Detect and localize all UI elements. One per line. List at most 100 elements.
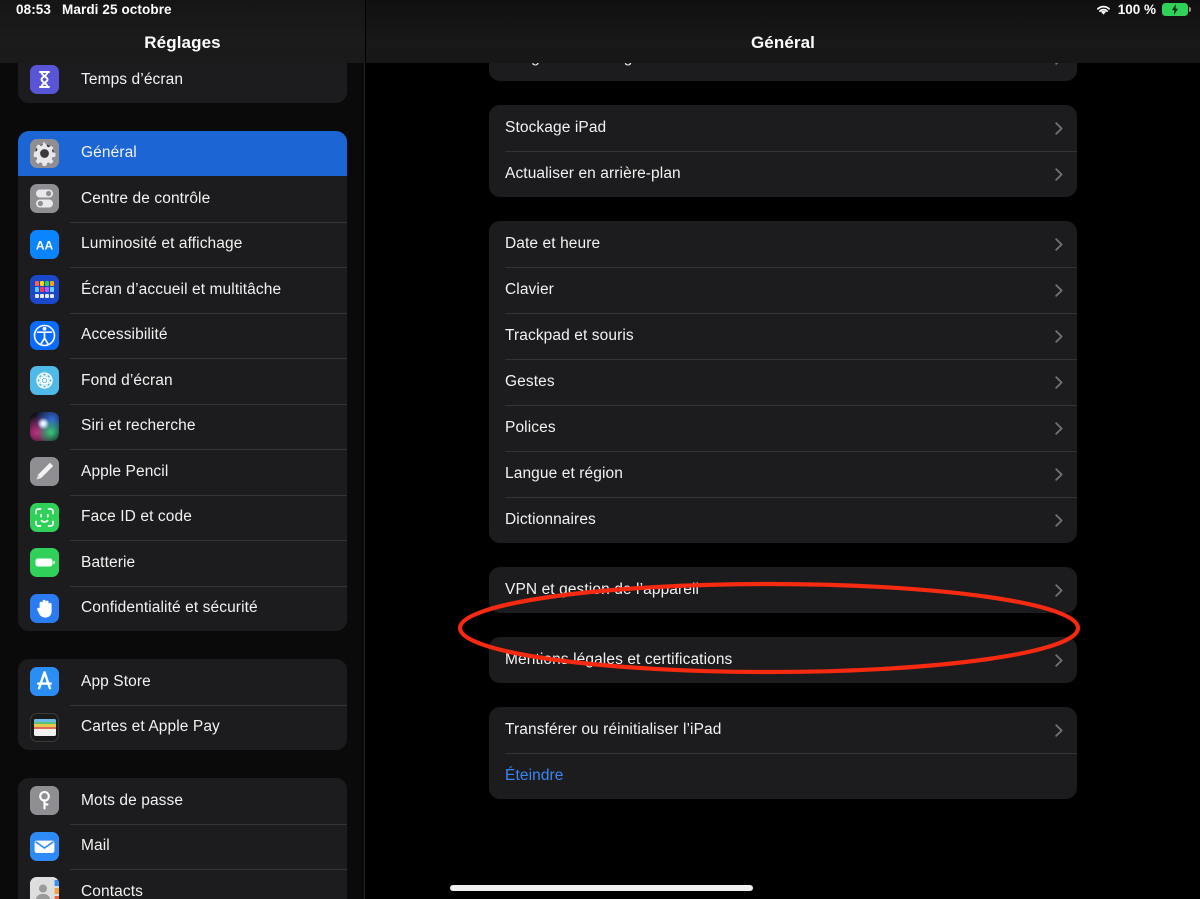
settings-row-trackpad-et-souris[interactable]: Trackpad et souris (489, 313, 1077, 359)
hand-icon (30, 593, 59, 623)
app-store-icon (30, 667, 59, 697)
envelope-icon (30, 831, 59, 861)
sidebar-item-label: Siri et recherche (81, 417, 196, 435)
settings-row-label: Date et heure (505, 235, 601, 252)
chevron-right-icon (1055, 653, 1063, 667)
sidebar-item-contacts[interactable]: Contacts (18, 869, 347, 899)
sidebar-item-face-id-et-code[interactable]: Face ID et code (18, 494, 347, 541)
sidebar-group: Mots de passe Mail Contacts (18, 778, 347, 899)
sidebar-item-cartes-et-apple-pay[interactable]: Cartes et Apple Pay (18, 704, 347, 751)
settings-row-label: Éteindre (505, 767, 564, 784)
sidebar-scroll-area[interactable]: Temps d’écran Général Centre de contrôle AA… (0, 0, 365, 899)
chevron-right-icon (1055, 375, 1063, 389)
settings-row-dictionnaires[interactable]: Dictionnaires (489, 497, 1077, 543)
sidebar-item-g-n-ral[interactable]: Général (18, 130, 347, 176)
settings-row-stockage-ipad[interactable]: Stockage iPad (489, 105, 1077, 151)
sidebar-item-label: Fond d’écran (81, 371, 173, 389)
settings-row-langue-et-r-gion[interactable]: Langue et région (489, 451, 1077, 497)
settings-row-mentions-l-gales-et-certifications[interactable]: Mentions légales et certifications (489, 637, 1077, 683)
key-icon (30, 786, 59, 816)
settings-sidebar: Temps d’écran Général Centre de contrôle AA… (0, 0, 365, 899)
hourglass-icon (30, 65, 59, 95)
app-grid-icon (30, 275, 59, 305)
settings-row-teindre[interactable]: Éteindre (489, 753, 1077, 799)
chevron-right-icon (1055, 329, 1063, 343)
aa-text-icon: AA (30, 229, 59, 259)
settings-group: Transférer ou réinitialiser l’iPad Éteind… (489, 707, 1077, 799)
settings-row-label: Transférer ou réinitialiser l’iPad (505, 721, 722, 738)
settings-row-transf-rer-ou-r-initialiser-l-ipad[interactable]: Transférer ou réinitialiser l’iPad (489, 707, 1077, 753)
settings-row-label: Actualiser en arrière-plan (505, 165, 681, 182)
sidebar-header: Réglages (0, 0, 365, 63)
settings-row-label: Mentions légales et certifications (505, 651, 733, 668)
sidebar-item-label: Contacts (81, 882, 143, 899)
sidebar-group: App Store Cartes et Apple Pay (18, 659, 347, 750)
sidebar-item-label: App Store (81, 672, 151, 690)
sidebar-item-mail[interactable]: Mail (18, 823, 347, 870)
settings-row-label: Polices (505, 419, 556, 436)
chevron-right-icon (1055, 723, 1063, 737)
sidebar-item-label: Général (81, 144, 137, 162)
sidebar-item-label: Apple Pencil (81, 462, 169, 480)
settings-row-label: Gestes (505, 373, 555, 390)
sidebar-item-label: Centre de contrôle (81, 189, 211, 207)
settings-row-gestes[interactable]: Gestes (489, 359, 1077, 405)
sliders-icon (30, 184, 59, 214)
gear-icon (30, 138, 59, 168)
settings-group: Stockage iPad Actualiser en arrière-plan (489, 105, 1077, 197)
sidebar-item-fond-d-cran[interactable]: Fond d’écran (18, 358, 347, 404)
settings-group: VPN et gestion de l’appareil (489, 567, 1077, 613)
chevron-right-icon (1055, 513, 1063, 527)
settings-row-label: Trackpad et souris (505, 327, 634, 344)
svg-text:AA: AA (36, 238, 54, 252)
settings-row-clavier[interactable]: Clavier (489, 267, 1077, 313)
wallpaper-flower-icon (30, 366, 59, 396)
general-detail-panel: Image dans l’imageStockage iPadActualise… (366, 0, 1200, 899)
sidebar-item-label: Mots de passe (81, 791, 184, 809)
wallet-icon (30, 712, 59, 742)
sidebar-item-label: Cartes et Apple Pay (81, 718, 220, 736)
settings-row-date-et-heure[interactable]: Date et heure (489, 221, 1077, 267)
chevron-right-icon (1055, 121, 1063, 135)
sidebar-item-label: Temps d’écran (81, 70, 184, 88)
settings-group: Mentions légales et certifications (489, 637, 1077, 683)
sidebar-item-app-store[interactable]: App Store (18, 659, 347, 705)
sidebar-title: Réglages (144, 33, 221, 52)
settings-group: Date et heure Clavier Trackpad et souris Ge… (489, 221, 1077, 543)
settings-row-vpn-et-gestion-de-l-appareil[interactable]: VPN et gestion de l’appareil (489, 567, 1077, 613)
sidebar-item-cran-d-accueil-et-multit-che[interactable]: Écran d’accueil et multitâche (18, 267, 347, 313)
sidebar-item-siri-et-recherche[interactable]: Siri et recherche (18, 403, 347, 450)
sidebar-item-temps-d-cran[interactable]: Temps d’écran (18, 57, 347, 103)
settings-row-polices[interactable]: Polices (489, 405, 1077, 451)
contacts-icon (30, 877, 59, 899)
sidebar-item-label: Confidentialité et sécurité (81, 599, 258, 617)
sidebar-item-batterie[interactable]: Batterie (18, 540, 347, 586)
page-title: Général (750, 33, 815, 52)
sidebar-item-accessibilit[interactable]: Accessibilité (18, 312, 347, 359)
accessibility-icon (30, 320, 59, 350)
sidebar-item-apple-pencil[interactable]: Apple Pencil (18, 449, 347, 495)
sidebar-item-label: Face ID et code (81, 508, 192, 526)
sidebar-item-label: Écran d’accueil et multitâche (81, 280, 282, 298)
chevron-right-icon (1055, 583, 1063, 597)
sidebar-item-label: Batterie (81, 553, 136, 571)
chevron-right-icon (1055, 421, 1063, 435)
sidebar-group: Général Centre de contrôle AA Luminosité et… (18, 130, 347, 632)
pencil-icon (30, 457, 59, 487)
chevron-right-icon (1055, 467, 1063, 481)
detail-scroll-area[interactable]: Image dans l’imageStockage iPadActualise… (366, 0, 1200, 899)
sidebar-item-label: Mail (81, 837, 110, 855)
sidebar-item-mots-de-passe[interactable]: Mots de passe (18, 778, 347, 824)
settings-row-label: Dictionnaires (505, 511, 596, 528)
settings-row-label: VPN et gestion de l’appareil (505, 581, 700, 598)
sidebar-item-luminosit-et-affichage[interactable]: AA Luminosité et affichage (18, 221, 347, 268)
home-indicator[interactable] (450, 885, 753, 891)
sidebar-item-centre-de-contr-le[interactable]: Centre de contrôle (18, 176, 347, 222)
battery-icon (30, 548, 59, 578)
chevron-right-icon (1055, 167, 1063, 181)
face-id-icon (30, 502, 59, 532)
sidebar-item-confidentialit-et-s-curit[interactable]: Confidentialité et sécurité (18, 585, 347, 632)
sidebar-group: Temps d’écran (18, 57, 347, 103)
detail-header: Général (366, 0, 1200, 63)
settings-row-actualiser-en-arri-re-plan[interactable]: Actualiser en arrière-plan (489, 151, 1077, 197)
